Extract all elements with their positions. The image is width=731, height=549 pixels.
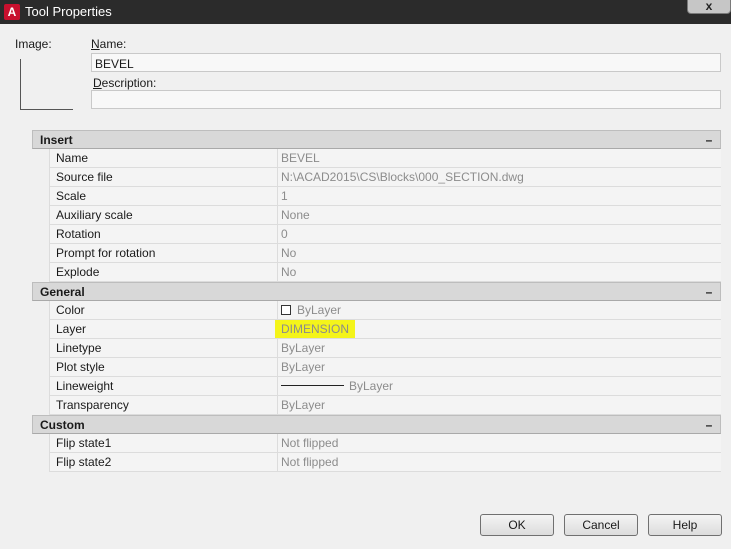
property-row-linetype[interactable]: Linetype ByLayer (49, 339, 721, 358)
property-key: Layer (50, 320, 278, 338)
section-general-header[interactable]: General – (32, 282, 721, 301)
property-value: ByLayer (278, 377, 721, 395)
property-row-color[interactable]: Color ByLayer (49, 301, 721, 320)
property-key: Flip state1 (50, 434, 278, 452)
property-key: Flip state2 (50, 453, 278, 471)
property-row-prompt-for-rotation[interactable]: Prompt for rotation No (49, 244, 721, 263)
close-button[interactable]: x (687, 0, 731, 14)
property-row-lineweight[interactable]: Lineweight ByLayer (49, 377, 721, 396)
property-key: Prompt for rotation (50, 244, 278, 262)
property-row-flip-state2[interactable]: Flip state2 Not flipped (49, 453, 721, 472)
property-row-name[interactable]: Name BEVEL (49, 149, 721, 168)
section-title: Custom (40, 418, 85, 432)
property-key: Rotation (50, 225, 278, 243)
property-key: Source file (50, 168, 278, 186)
property-value: No (281, 265, 297, 279)
property-row-transparency[interactable]: Transparency ByLayer (49, 396, 721, 415)
property-value: ByLayer (281, 398, 326, 412)
property-value: ByLayer (281, 341, 326, 355)
color-swatch-icon (281, 305, 291, 315)
autocad-logo-icon (4, 4, 20, 20)
layer-value-highlight: DIMENSION (275, 320, 356, 338)
property-key: Linetype (50, 339, 278, 357)
image-label: Image: (15, 37, 52, 51)
collapse-icon[interactable]: – (704, 416, 714, 434)
property-value: ByLayer (278, 301, 721, 319)
property-value: No (281, 246, 297, 260)
property-value: Not flipped (281, 436, 339, 450)
property-value: DIMENSION (275, 320, 721, 338)
property-key: Lineweight (50, 377, 278, 395)
property-row-source-file[interactable]: Source file N:\ACAD2015\CS\Blocks\000_SEC… (49, 168, 721, 187)
lineweight-preview-icon (281, 385, 344, 386)
name-field[interactable]: BEVEL (91, 53, 721, 72)
property-value: 0 (281, 227, 288, 241)
property-row-auxiliary-scale[interactable]: Auxiliary scale None (49, 206, 721, 225)
property-row-scale[interactable]: Scale 1 (49, 187, 721, 206)
description-label: Description: (93, 76, 157, 90)
property-value: BEVEL (281, 151, 320, 165)
property-row-explode[interactable]: Explode No (49, 263, 721, 282)
section-title: Insert (40, 133, 73, 147)
property-value: ByLayer (281, 360, 326, 374)
help-button[interactable]: Help (648, 514, 722, 536)
property-key: Explode (50, 263, 278, 281)
property-value: None (281, 208, 310, 222)
dialog-body: Image: Name: BEVEL Description: Insert –… (0, 24, 731, 549)
property-key: Color (50, 301, 278, 319)
tool-image-preview[interactable] (20, 59, 73, 110)
section-title: General (40, 285, 85, 299)
collapse-icon[interactable]: – (704, 283, 714, 301)
ok-button[interactable]: OK (480, 514, 554, 536)
window-title: Tool Properties (25, 4, 112, 19)
property-key: Transparency (50, 396, 278, 414)
property-value: N:\ACAD2015\CS\Blocks\000_SECTION.dwg (281, 170, 524, 184)
property-value: Not flipped (281, 455, 339, 469)
property-key: Plot style (50, 358, 278, 376)
property-grid: Insert – Name BEVEL Source file N:\ACAD201… (32, 130, 721, 472)
property-row-rotation[interactable]: Rotation 0 (49, 225, 721, 244)
property-key: Scale (50, 187, 278, 205)
cancel-button[interactable]: Cancel (564, 514, 638, 536)
property-row-flip-state1[interactable]: Flip state1 Not flipped (49, 434, 721, 453)
lineweight-value: ByLayer (349, 379, 394, 393)
section-insert-header[interactable]: Insert – (32, 130, 721, 149)
color-value: ByLayer (297, 303, 342, 317)
name-label: Name: (91, 37, 127, 51)
property-key: Auxiliary scale (50, 206, 278, 224)
title-bar: Tool Properties x (0, 0, 731, 24)
description-field[interactable] (91, 90, 721, 109)
property-key: Name (50, 149, 278, 167)
property-value: 1 (281, 189, 288, 203)
property-row-layer[interactable]: Layer DIMENSION (49, 320, 721, 339)
collapse-icon[interactable]: – (704, 131, 714, 149)
property-row-plot-style[interactable]: Plot style ByLayer (49, 358, 721, 377)
section-custom-header[interactable]: Custom – (32, 415, 721, 434)
